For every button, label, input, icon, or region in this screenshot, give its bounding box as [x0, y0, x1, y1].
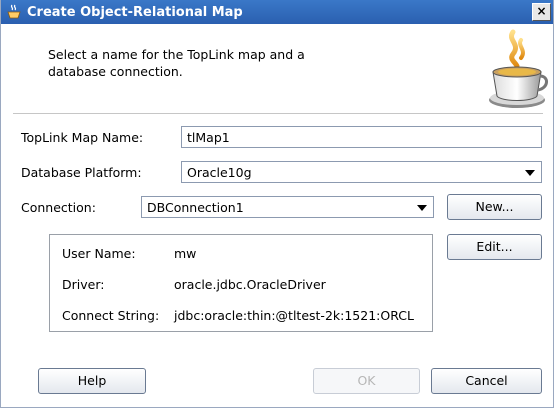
- connection-value: DBConnection1: [147, 200, 244, 215]
- connect-string-label: Connect String:: [62, 308, 160, 323]
- database-platform-label: Database Platform:: [21, 165, 142, 180]
- header-divider: [13, 113, 543, 114]
- map-name-label: TopLink Map Name:: [21, 130, 144, 145]
- chevron-down-icon: [525, 170, 535, 176]
- driver-value: oracle.jdbc.OracleDriver: [174, 277, 326, 292]
- create-object-relational-map-dialog: Create Object-Relational Map × Select a …: [0, 0, 554, 408]
- connect-string-value: jdbc:oracle:thin:@tltest-2k:1521:ORCL: [174, 308, 414, 323]
- database-platform-select[interactable]: Oracle10g: [181, 161, 542, 183]
- map-name-input[interactable]: tlMap1: [181, 126, 542, 148]
- chevron-down-icon: [417, 205, 427, 211]
- driver-label: Driver:: [62, 277, 105, 292]
- header-area: Select a name for the TopLink map and a …: [1, 24, 553, 120]
- close-button[interactable]: ×: [532, 3, 551, 21]
- cancel-button[interactable]: Cancel: [431, 368, 542, 394]
- window-title: Create Object-Relational Map: [27, 4, 243, 20]
- coffee-cup-icon: [489, 29, 548, 108]
- database-platform-value: Oracle10g: [187, 165, 252, 180]
- new-connection-button[interactable]: New...: [447, 194, 542, 220]
- connection-info-panel: User Name: mw Driver: oracle.jdbc.Oracle…: [49, 234, 433, 332]
- user-name-label: User Name:: [62, 246, 136, 261]
- user-name-value: mw: [174, 246, 197, 261]
- connection-label: Connection:: [21, 200, 96, 215]
- edit-connection-button[interactable]: Edit...: [447, 234, 542, 260]
- coffee-cup-icon: [5, 3, 23, 21]
- header-description: Select a name for the TopLink map and a …: [48, 47, 305, 79]
- title-bar[interactable]: Create Object-Relational Map ×: [1, 0, 553, 24]
- help-button[interactable]: Help: [38, 368, 146, 394]
- ok-button[interactable]: OK: [313, 368, 420, 394]
- connection-select[interactable]: DBConnection1: [141, 196, 434, 218]
